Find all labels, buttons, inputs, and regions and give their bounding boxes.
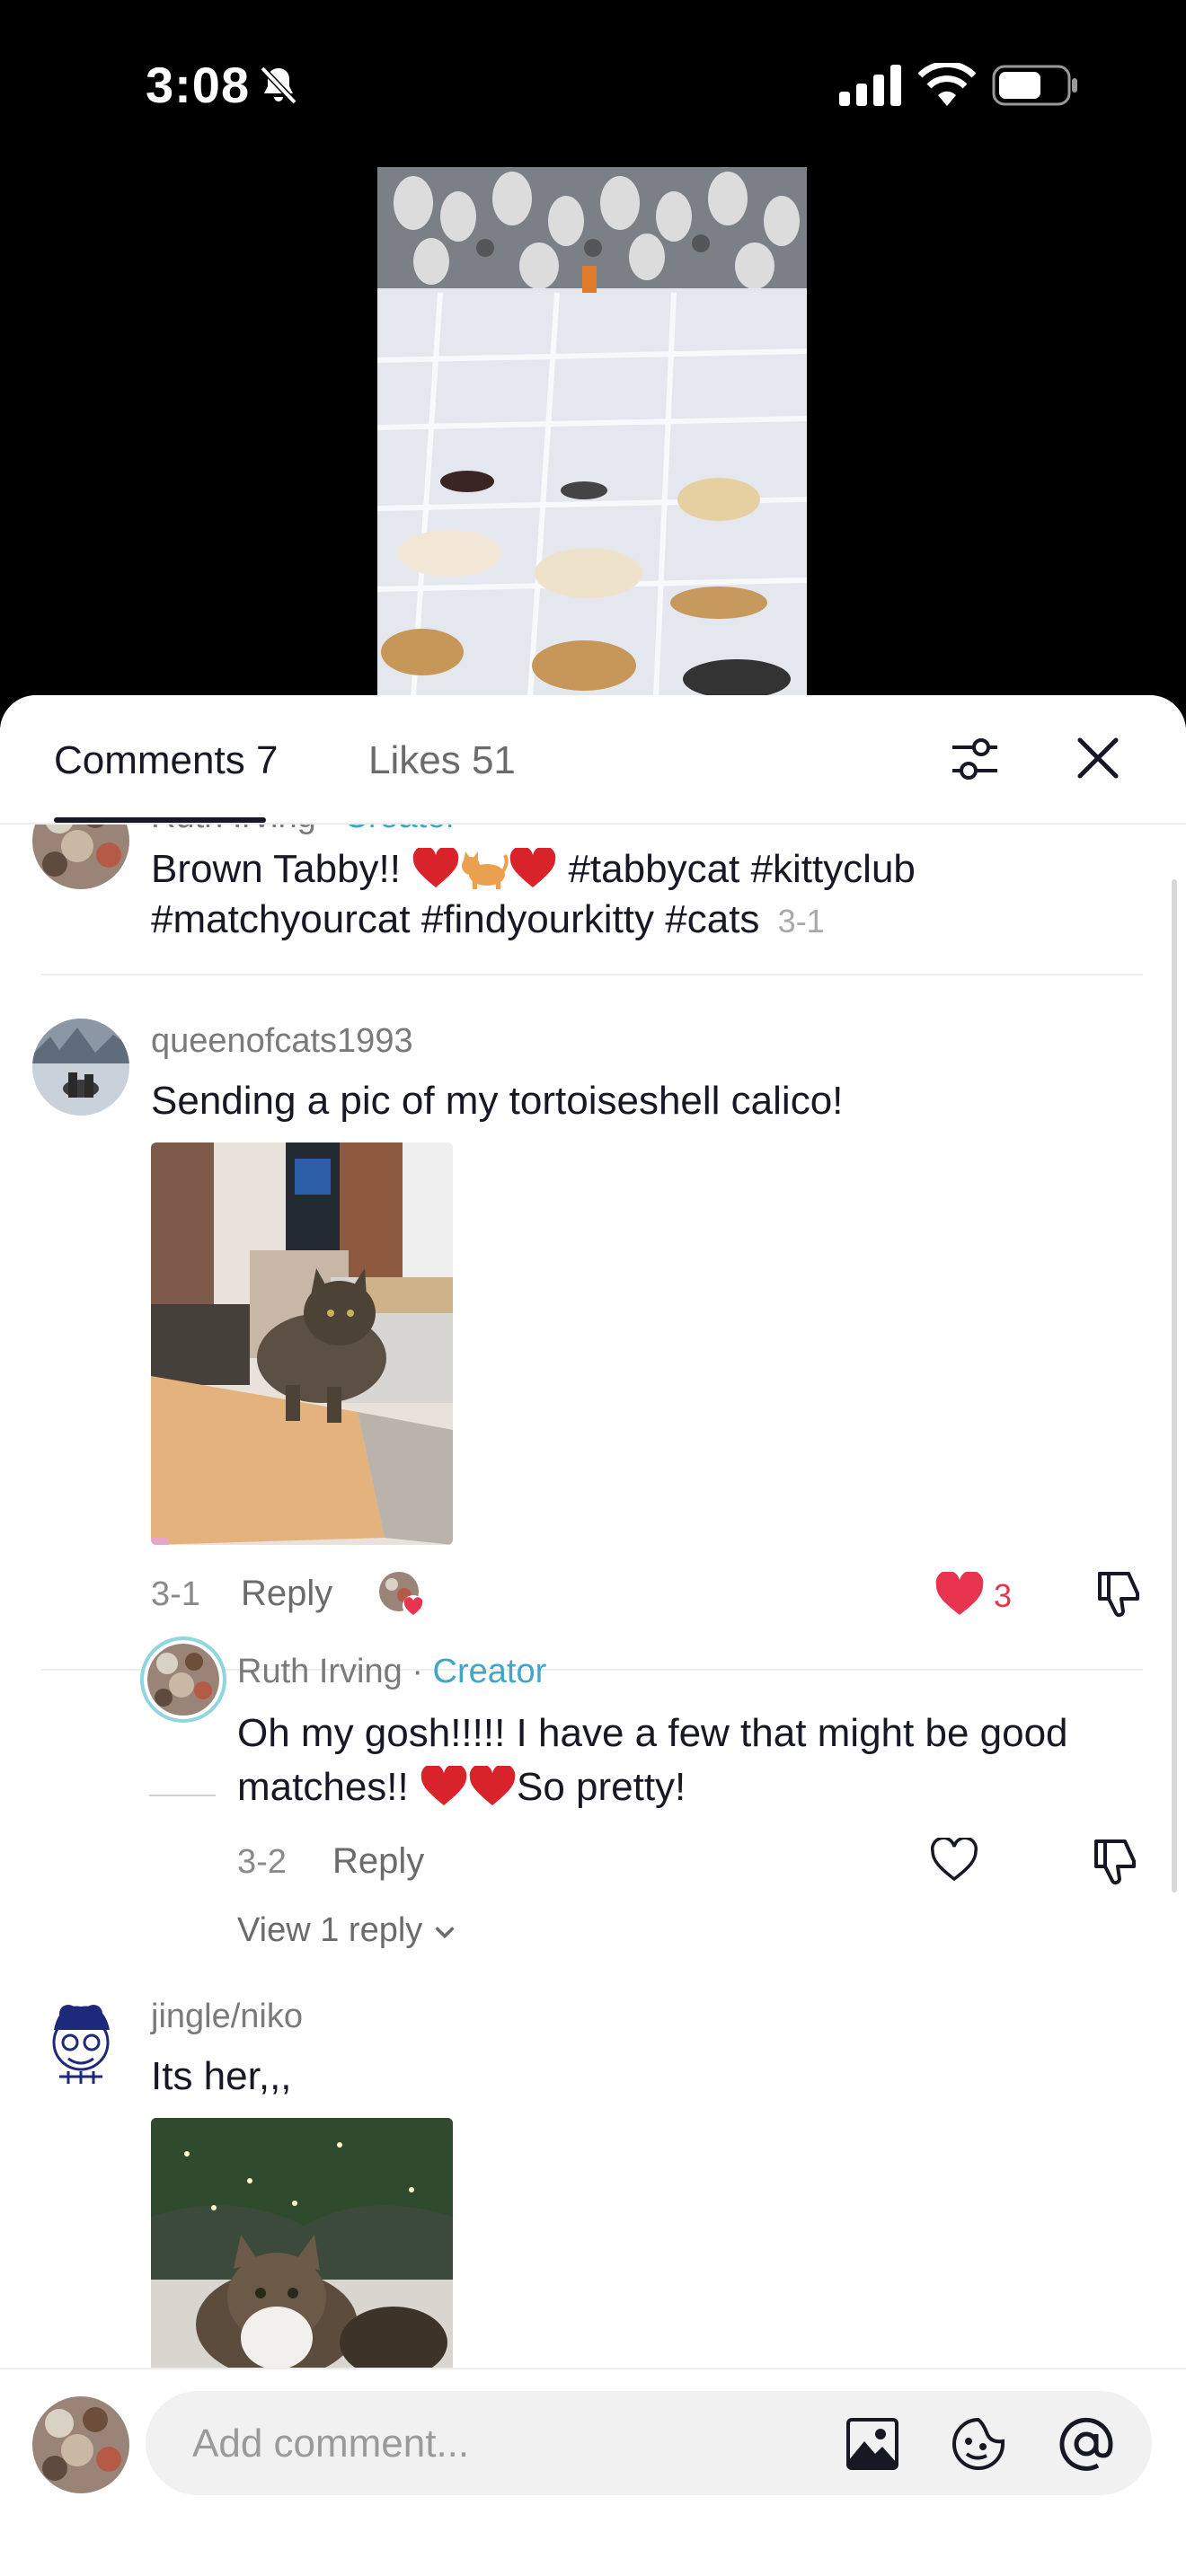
like-count: 3 [994,1577,1013,1614]
scrollbar[interactable] [1172,879,1177,1892]
reply-username[interactable]: Ruth Irving [237,1653,403,1690]
comment-photo[interactable] [151,1142,453,1545]
reply-text-line-2-start: matches!! [237,1765,420,1809]
comment-username[interactable]: jingle/niko [151,1998,303,2036]
my-avatar[interactable] [32,2396,129,2493]
avatar[interactable] [32,1019,129,1116]
reply-button[interactable]: Reply [241,1574,332,1614]
active-tab-indicator [54,817,266,823]
comment-input[interactable]: Add comment... [146,2391,1152,2495]
view-replies-line [149,1795,216,1796]
reply-button[interactable]: Reply [332,1841,424,1882]
dislike-icon[interactable] [1091,1836,1141,1886]
comment-text: Its her,,, [151,2054,292,2098]
reply-username-row[interactable]: Ruth Irving · Creator [237,1653,546,1691]
comment-username[interactable]: queenofcats1993 [151,1022,413,1061]
view-replies-button[interactable]: View 1 reply [237,1911,457,1950]
image-icon[interactable] [845,2416,900,2472]
video-frame[interactable] [377,167,807,697]
heart-outline-icon[interactable] [929,1838,979,1883]
cat-emoji-icon [462,851,509,889]
comment-date: 3-1 [151,1575,200,1613]
reply-date: 3-2 [237,1843,287,1881]
username-text[interactable]: Ruth Irving [151,825,316,835]
comment-divider [41,974,1143,975]
cellular-signal-icon [839,65,901,106]
comment-photo[interactable] [151,2118,453,2368]
hashtags-line-1[interactable]: #tabbycat #kittyclub [557,847,915,891]
emoji-icon[interactable] [951,2416,1006,2472]
comment-input-placeholder[interactable]: Add comment... [192,2422,469,2466]
avatar[interactable] [32,1994,129,2091]
creator-badge: Creator [432,1653,547,1690]
reply-text: Oh my gosh!!!!! I have a few that might … [237,1707,1172,1814]
liked-heart-icon[interactable] [934,1572,985,1617]
red-heart-emoji-icon [412,848,459,887]
status-time: 3:08 [146,57,251,113]
tab-comments[interactable]: Comments 7 [54,738,278,783]
comment-username[interactable]: Ruth Irving Creator [151,825,457,836]
filter-icon[interactable] [947,731,1003,787]
status-bar: 3:08 [0,0,1186,171]
chevron-down-icon [435,1927,455,1939]
separator-dot: · [412,1653,423,1690]
creator-badge: Creator [343,825,457,835]
tab-likes[interactable]: Likes 51 [368,738,516,783]
battery-icon [992,65,1077,106]
bell-slash-icon [260,66,297,105]
avatar[interactable] [32,825,129,889]
red-heart-emoji-icon [509,848,556,887]
creator-liked-avatar [377,1570,424,1617]
reply-avatar[interactable] [140,1636,226,1723]
comment-text-start: Brown Tabby!! [151,847,412,891]
wifi-icon [918,63,976,106]
close-icon[interactable] [1071,731,1125,785]
sheet-header: Comments 7 Likes 51 [0,695,1186,825]
comment-text: Sending a pic of my tortoiseshell calico… [151,1079,844,1123]
hashtags-line-2[interactable]: #matchyourcat #findyourkitty #cats [151,897,759,941]
mention-icon[interactable] [1058,2416,1114,2472]
view-replies-label[interactable]: View 1 reply [237,1911,422,1949]
comment-text: Brown Tabby!! #tabbycat #kittyclub #matc… [151,844,1139,947]
red-heart-emoji-icon [469,1766,516,1805]
red-heart-emoji-icon [420,1766,467,1805]
comment-input-bar: Add comment... [0,2368,1186,2576]
reply-text-line-1: Oh my gosh!!!!! I have a few that might … [237,1711,1068,1755]
comment-date: 3-1 [777,903,825,940]
dislike-icon[interactable] [1094,1568,1145,1619]
reply-text-line-2-end: So pretty! [516,1765,686,1809]
